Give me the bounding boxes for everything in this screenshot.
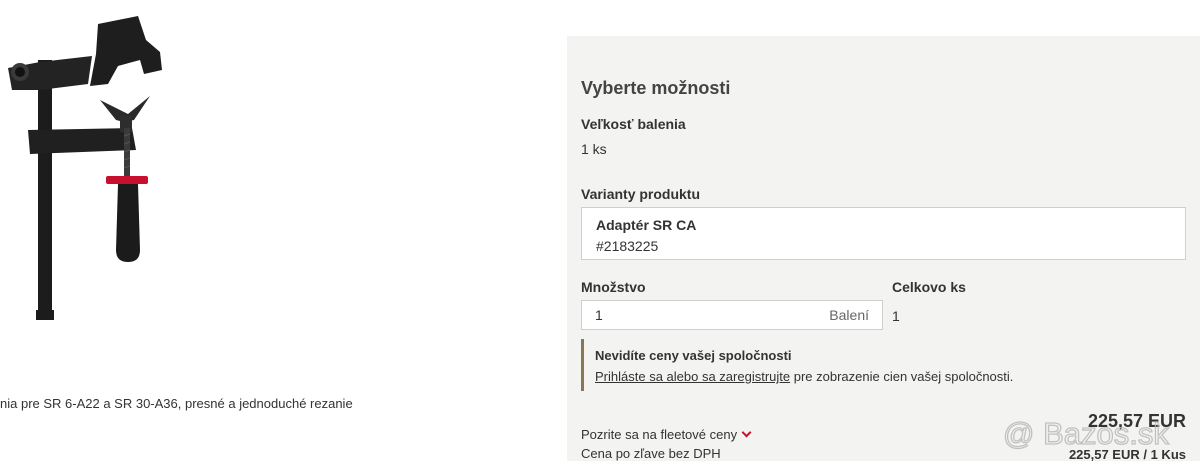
fleet-prices-label: Pozrite sa na fleetové ceny xyxy=(581,427,738,442)
price-notice: Nevidíte ceny vašej spoločnosti Prihlást… xyxy=(581,339,1081,391)
discount-price-label: Cena po zľave bez DPH xyxy=(581,446,721,461)
options-title: Vyberte možnosti xyxy=(581,78,731,98)
chevron-down-icon xyxy=(741,427,752,438)
quantity-field[interactable]: Balení xyxy=(581,300,883,330)
fleet-prices-toggle[interactable]: Pozrite sa na fleetové ceny xyxy=(581,427,752,442)
notice-text: Prihláste sa alebo sa zaregistrujte pre … xyxy=(595,369,1013,384)
variants-label: Varianty produktu xyxy=(581,186,701,202)
options-panel: Vyberte možnosti Veľkosť balenia 1 ks Va… xyxy=(567,36,1200,461)
product-description: nia pre SR 6-A22 a SR 30-A36, presné a j… xyxy=(0,396,353,411)
product-image-area: nia pre SR 6-A22 a SR 30-A36, presné a j… xyxy=(0,0,567,461)
total-count-label: Celkovo ks xyxy=(892,279,966,295)
watermark-text: @ Bazos.sk xyxy=(1003,416,1169,451)
total-count-value: 1 xyxy=(892,308,900,324)
notice-title: Nevidíte ceny vašej spoločnosti xyxy=(595,348,792,363)
quantity-label: Množstvo xyxy=(581,279,646,295)
variant-name: Adaptér SR CA xyxy=(596,217,697,233)
login-register-link[interactable]: Prihláste sa alebo sa zaregistrujte xyxy=(595,369,790,384)
quantity-input[interactable] xyxy=(582,301,822,329)
clamp-product-image[interactable] xyxy=(0,10,200,330)
variant-code: #2183225 xyxy=(596,238,659,254)
package-size-label: Veľkosť balenia xyxy=(581,116,686,132)
bazos-watermark-logo: @ Bazos.sk xyxy=(1002,415,1170,451)
package-size-value: 1 ks xyxy=(581,141,607,157)
notice-text-rest: pre zobrazenie cien vašej spoločnosti. xyxy=(790,369,1014,384)
variant-option[interactable]: Adaptér SR CA #2183225 xyxy=(581,207,1186,260)
quantity-unit: Balení xyxy=(829,307,869,323)
